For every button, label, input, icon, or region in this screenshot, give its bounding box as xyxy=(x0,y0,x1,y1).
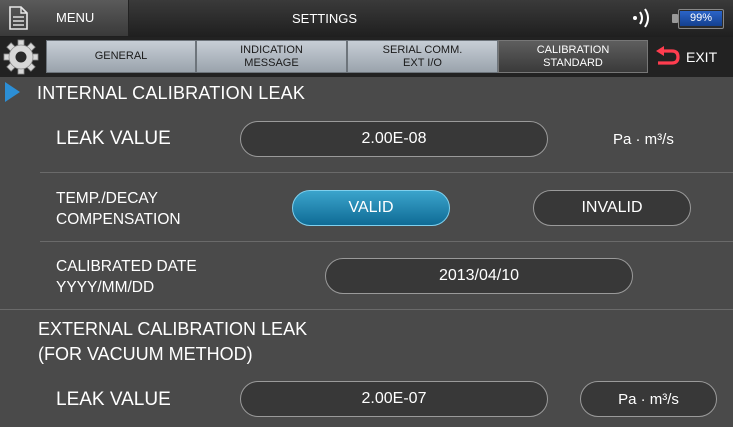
tab-label-line2: STANDARD xyxy=(543,56,603,69)
external-leak-value-field[interactable]: 2.00E-07 xyxy=(240,381,548,417)
gear-icon[interactable] xyxy=(2,39,40,75)
divider xyxy=(40,172,733,173)
return-arrow-icon xyxy=(656,46,680,65)
battery-indicator: 99% xyxy=(672,9,724,29)
section-arrow-icon xyxy=(5,82,20,102)
temp-label-line2: COMPENSATION xyxy=(56,211,181,228)
divider xyxy=(40,241,733,242)
external-leak-unit-button[interactable]: Pa · m³/s xyxy=(580,381,717,417)
internal-section-title: INTERNAL CALIBRATION LEAK xyxy=(37,83,306,103)
tab-serial-comm[interactable]: SERIAL COMM. EXT I/O xyxy=(347,40,498,73)
tab-general[interactable]: GENERAL xyxy=(46,40,196,73)
page-title: SETTINGS xyxy=(292,11,358,26)
document-icon xyxy=(9,6,28,30)
calibrated-date-value: 2013/04/10 xyxy=(438,267,520,284)
tab-label-line2: MESSAGE xyxy=(244,56,299,69)
valid-label: VALID xyxy=(348,199,394,216)
external-leak-value: 2.00E-07 xyxy=(361,390,427,407)
internal-leak-unit: Pa · m³/s xyxy=(613,131,674,148)
external-leak-label: LEAK VALUE xyxy=(56,389,171,410)
tab-label: GENERAL xyxy=(94,50,148,62)
tab-label-line1: CALIBRATION xyxy=(536,43,610,56)
tab-calibration-standard[interactable]: CALIBRATION STANDARD xyxy=(498,40,648,73)
signal-icon xyxy=(633,8,649,28)
calibrated-date-field[interactable]: 2013/04/10 xyxy=(325,258,633,294)
exit-label: EXIT xyxy=(686,49,718,65)
external-title-line2: (FOR VACUUM METHOD) xyxy=(38,344,253,364)
temp-compensation-label: TEMP./DECAY COMPENSATION xyxy=(56,188,181,230)
internal-leak-value-field[interactable]: 2.00E-08 xyxy=(240,121,548,157)
tab-label-line2: EXT I/O xyxy=(403,56,442,69)
internal-leak-value: 2.00E-08 xyxy=(361,130,427,147)
internal-leak-label: LEAK VALUE xyxy=(56,128,171,149)
tab-label-line1: INDICATION xyxy=(240,43,303,56)
battery-percent: 99% xyxy=(689,12,713,24)
external-title-line1: EXTERNAL CALIBRATION LEAK xyxy=(38,319,308,339)
tab-label-line1: SERIAL COMM. xyxy=(382,43,463,56)
date-label-line2: YYYY/MM/DD xyxy=(56,279,155,296)
invalid-button[interactable]: INVALID xyxy=(533,190,691,226)
external-leak-unit: Pa · m³/s xyxy=(618,390,679,408)
external-section-title: EXTERNAL CALIBRATION LEAK (FOR VACUUM ME… xyxy=(38,317,307,367)
valid-button[interactable]: VALID xyxy=(292,190,450,226)
menu-label: MENU xyxy=(56,10,95,25)
tab-indication-message[interactable]: INDICATION MESSAGE xyxy=(196,40,347,73)
invalid-label: INVALID xyxy=(581,199,643,216)
calibrated-date-label: CALIBRATED DATE YYYY/MM/DD xyxy=(56,256,197,298)
date-label-line1: CALIBRATED DATE xyxy=(56,258,197,275)
temp-label-line1: TEMP./DECAY xyxy=(56,190,158,207)
section-divider xyxy=(0,309,733,310)
